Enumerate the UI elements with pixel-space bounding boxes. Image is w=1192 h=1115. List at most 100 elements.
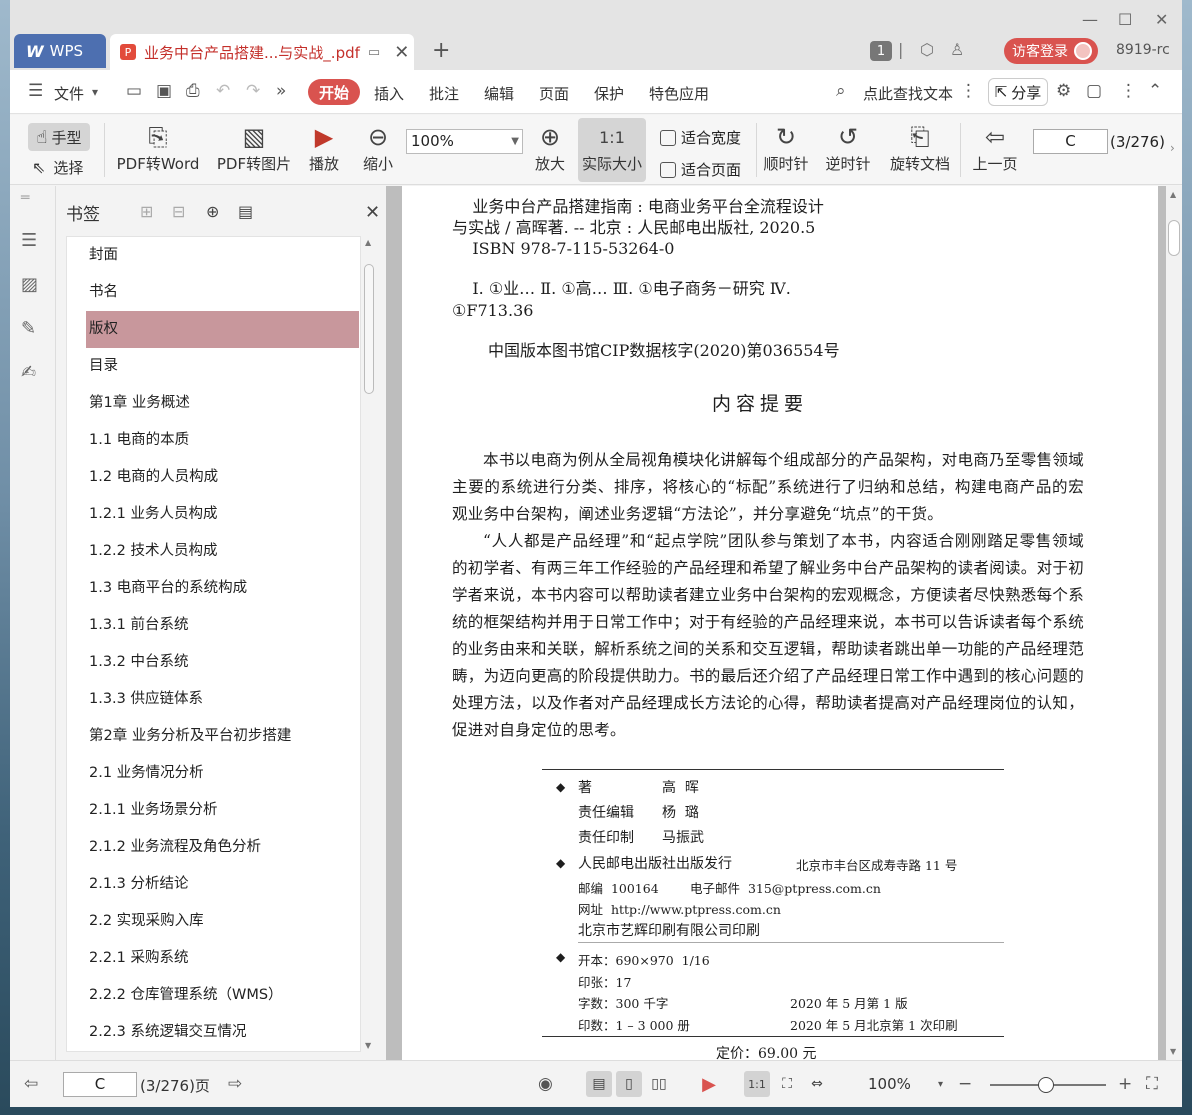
chevron-down-icon[interactable]: ▾ bbox=[92, 85, 98, 99]
close-panel-icon[interactable]: ✕ bbox=[365, 202, 380, 223]
document-scrollbar[interactable]: ▲ ▼ bbox=[1166, 186, 1182, 1060]
bookmark-item[interactable]: 1.3.2 中台系统 bbox=[67, 644, 360, 681]
close-window-icon[interactable]: ✕ bbox=[1155, 10, 1168, 29]
play-button[interactable]: ▶ 播放 bbox=[306, 121, 342, 174]
bookmark-scrollbar[interactable]: ▲ ▼ bbox=[363, 236, 375, 1052]
more-chevrons-icon[interactable]: » bbox=[276, 81, 286, 101]
print-icon[interactable]: ⎙ bbox=[186, 81, 200, 101]
previous-page-button[interactable]: ⇦ 上一页 bbox=[972, 121, 1018, 174]
page-number-input[interactable]: C bbox=[1033, 129, 1108, 154]
expand-all-icon[interactable]: ⊞ bbox=[140, 202, 153, 221]
redo-icon[interactable]: ↷ bbox=[246, 81, 260, 101]
continuous-view-icon[interactable]: ▯ bbox=[616, 1071, 642, 1097]
tab-page[interactable]: 页面 bbox=[539, 83, 569, 104]
fit-width-button[interactable]: 适合宽度 bbox=[660, 127, 741, 148]
tab-start[interactable]: 开始 bbox=[308, 79, 360, 105]
bookmark-item[interactable]: 2.2.3 系统逻辑交互情况 bbox=[67, 1014, 360, 1051]
more-vertical-icon[interactable]: ⋮ bbox=[960, 81, 977, 101]
save-icon[interactable]: ▣ bbox=[156, 81, 172, 101]
chevron-right-icon[interactable]: › bbox=[1170, 141, 1175, 155]
add-bookmark-icon[interactable]: ⊕ bbox=[206, 202, 219, 221]
scroll-up-icon[interactable]: ▲ bbox=[1170, 190, 1176, 199]
actual-size-icon[interactable]: 1:1 bbox=[744, 1071, 770, 1097]
bookmark-item[interactable]: 1.2.1 业务人员构成 bbox=[67, 496, 360, 533]
signature-icon[interactable]: ✍ bbox=[21, 362, 36, 383]
bookmark-item[interactable]: 第1章 业务概述 bbox=[67, 385, 360, 422]
bookmark-item[interactable]: 2.2 实现采购入库 bbox=[67, 903, 360, 940]
two-page-view-icon[interactable]: ▯▯ bbox=[646, 1071, 672, 1097]
monitor-icon[interactable]: ▭ bbox=[368, 45, 380, 60]
zoom-out-icon[interactable]: − bbox=[958, 1074, 972, 1094]
bookmark-item[interactable]: 1.2.2 技术人员构成 bbox=[67, 533, 360, 570]
file-menu[interactable]: 文件 bbox=[54, 83, 84, 104]
bookmark-item[interactable]: 1.2 电商的人员构成 bbox=[67, 459, 360, 496]
drag-handle-icon[interactable]: ═ bbox=[21, 190, 29, 206]
bookmark-item[interactable]: 1.1 电商的本质 bbox=[67, 422, 360, 459]
collapse-all-icon[interactable]: ⊟ bbox=[172, 202, 185, 221]
fit-width-icon[interactable]: ⇔ bbox=[804, 1071, 830, 1097]
annotation-pen-icon[interactable]: ✎ bbox=[21, 318, 36, 339]
single-page-view-icon[interactable]: ▤ bbox=[586, 1071, 612, 1097]
bookmark-item[interactable]: 2.2.1 采购系统 bbox=[67, 940, 360, 977]
bookmark-scroll-thumb[interactable] bbox=[364, 264, 374, 394]
hand-tool-button[interactable]: ☝ 手型 bbox=[28, 123, 90, 151]
zoom-in-icon[interactable]: + bbox=[1118, 1074, 1132, 1094]
zoom-in-button[interactable]: ⊕ 放大 bbox=[532, 121, 568, 174]
fit-page-icon[interactable]: ⛶ bbox=[774, 1071, 800, 1097]
cube-icon[interactable]: ⬡ bbox=[920, 40, 934, 59]
zoom-out-button[interactable]: ⊖ 缩小 bbox=[360, 121, 396, 174]
fullscreen-icon[interactable]: ⛶ bbox=[1146, 1074, 1158, 1094]
select-tool-button[interactable]: ⇖ 选择 bbox=[32, 157, 83, 178]
bookmark-item[interactable]: 版权 bbox=[86, 311, 359, 348]
pdf-to-word-button[interactable]: ⎘ PDF转Word bbox=[114, 121, 202, 174]
pdf-to-image-button[interactable]: ▧ PDF转图片 bbox=[212, 121, 296, 174]
maximize-icon[interactable]: ☐ bbox=[1118, 10, 1132, 29]
fit-page-button[interactable]: 适合页面 bbox=[660, 159, 741, 180]
chat-icon[interactable]: ▢ bbox=[1086, 81, 1102, 101]
more-vertical-icon[interactable]: ⋮ bbox=[1120, 81, 1137, 101]
hamburger-icon[interactable]: ☰ bbox=[28, 81, 43, 101]
prev-page-icon[interactable]: ⇦ bbox=[24, 1074, 38, 1094]
scroll-down-icon[interactable]: ▼ bbox=[365, 1041, 371, 1050]
bookmark-item[interactable]: 1.3 电商平台的系统构成 bbox=[67, 570, 360, 607]
rotate-document-button[interactable]: ⎗ 旋转文档 bbox=[888, 121, 952, 174]
shirt-icon[interactable]: ♙ bbox=[950, 40, 964, 59]
bookmark-item[interactable]: 第2章 业务分析及平台初步搭建 bbox=[67, 718, 360, 755]
bookmark-item[interactable]: 2.1 业务情况分析 bbox=[67, 755, 360, 792]
find-text-button[interactable]: 点此查找文本 bbox=[863, 83, 953, 104]
bookmark-item[interactable]: 书名 bbox=[67, 274, 360, 311]
bookmark-item[interactable]: 目录 bbox=[67, 348, 360, 385]
next-page-icon[interactable]: ⇨ bbox=[228, 1074, 242, 1094]
undo-icon[interactable]: ↶ bbox=[216, 81, 230, 101]
open-folder-icon[interactable]: ▭ bbox=[126, 81, 142, 101]
eye-protection-icon[interactable]: ◉ bbox=[538, 1074, 553, 1094]
bookmark-item[interactable]: 2.1.1 业务场景分析 bbox=[67, 792, 360, 829]
scroll-up-icon[interactable]: ▲ bbox=[365, 238, 371, 247]
rotate-clockwise-button[interactable]: ↻ 顺时针 bbox=[762, 121, 810, 174]
search-icon[interactable]: ⌕ bbox=[836, 81, 846, 101]
bookmark-item[interactable]: 2.1.2 业务流程及角色分析 bbox=[67, 829, 360, 866]
bookmark-item[interactable]: 封面 bbox=[67, 237, 360, 274]
actual-size-button[interactable]: 1:1 实际大小 bbox=[578, 118, 646, 182]
guest-login-button[interactable]: 访客登录 bbox=[1004, 38, 1098, 64]
collapse-ribbon-icon[interactable]: ⌃ bbox=[1148, 81, 1162, 101]
wps-home-tab[interactable]: W WPS bbox=[14, 34, 106, 68]
new-tab-icon[interactable]: + bbox=[432, 38, 450, 63]
scroll-down-icon[interactable]: ▼ bbox=[1170, 1047, 1176, 1056]
zoom-select[interactable]: 100% ▼ bbox=[406, 129, 523, 154]
settings-gear-icon[interactable]: ⚙ bbox=[1056, 81, 1071, 101]
chevron-down-icon[interactable]: ▾ bbox=[938, 1079, 943, 1090]
window-count-badge[interactable]: 1 bbox=[870, 41, 892, 61]
share-button[interactable]: ⇱ 分享 bbox=[988, 78, 1048, 106]
bookmark-list-icon[interactable]: ☰ bbox=[21, 230, 37, 251]
zoom-slider-knob[interactable] bbox=[1038, 1077, 1054, 1093]
minimize-icon[interactable]: — bbox=[1082, 10, 1098, 29]
tab-annotate[interactable]: 批注 bbox=[429, 83, 459, 104]
tab-insert[interactable]: 插入 bbox=[374, 83, 404, 104]
document-scroll-thumb[interactable] bbox=[1168, 220, 1180, 256]
bookmark-item[interactable]: 2.2.2 仓库管理系统（WMS） bbox=[67, 977, 360, 1014]
document-viewer[interactable]: 业务中台产品搭建指南 : 电商业务平台全流程设计 与实战 / 高晖著. -- 北… bbox=[386, 186, 1182, 1062]
bookmark-item[interactable]: 1.3.3 供应链体系 bbox=[67, 681, 360, 718]
tab-protect[interactable]: 保护 bbox=[594, 83, 624, 104]
tab-special-apps[interactable]: 特色应用 bbox=[649, 83, 709, 104]
